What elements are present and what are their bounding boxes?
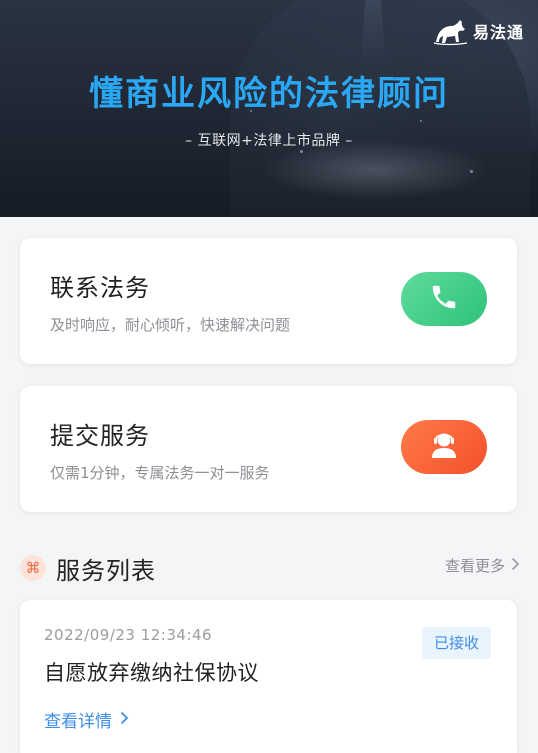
sparkle — [420, 120, 422, 122]
submit-service-card[interactable]: 提交服务 仅需1分钟，专属法务一对一服务 — [20, 386, 517, 512]
horse-icon — [431, 16, 469, 46]
submit-service-button[interactable] — [401, 420, 487, 474]
contact-legal-title: 联系法务 — [50, 274, 150, 302]
view-details-link[interactable]: 查看详情 — [44, 707, 129, 732]
view-details-label: 查看详情 — [44, 712, 112, 732]
phone-icon — [429, 282, 459, 316]
brand-logo[interactable]: 易法通 — [431, 14, 524, 48]
grid-icon: ⌘ — [20, 555, 46, 581]
sparkle — [470, 170, 473, 173]
list-item[interactable]: 2022/09/23 12:34:46 已接收 自愿放弃缴纳社保协议 查看详情 — [20, 600, 517, 753]
chevron-right-icon — [120, 710, 129, 730]
service-list-title: 服务列表 — [56, 557, 156, 585]
chevron-right-icon — [511, 557, 520, 575]
contact-legal-description: 及时响应，耐心倾听，快速解决问题 — [50, 316, 291, 334]
hero-banner: 易法通 懂商业风险的法律顾问 – 互联网+法律上市品牌 – — [0, 0, 538, 217]
view-more-label: 查看更多 — [444, 557, 505, 575]
service-name: 自愿放弃缴纳社保协议 — [44, 661, 259, 685]
view-more-link[interactable]: 查看更多 — [445, 555, 520, 576]
customer-service-icon — [428, 430, 460, 464]
submit-service-title: 提交服务 — [50, 422, 150, 450]
brand-name: 易法通 — [472, 23, 524, 42]
banner-subtitle: – 互联网+法律上市品牌 – — [185, 133, 353, 149]
page: 易法通 懂商业风险的法律顾问 – 互联网+法律上市品牌 – 联系法务 及时响应，… — [0, 0, 538, 753]
contact-legal-card[interactable]: 联系法务 及时响应，耐心倾听，快速解决问题 — [20, 238, 517, 364]
status-badge: 已接收 — [421, 627, 491, 659]
call-button[interactable] — [401, 272, 487, 326]
service-timestamp: 2022/09/23 12:34:46 — [44, 626, 213, 644]
banner-title: 懂商业风险的法律顾问 — [89, 74, 449, 114]
service-list-header: ⌘ 服务列表 查看更多 — [20, 549, 520, 585]
sparkle — [300, 150, 303, 153]
submit-service-description: 仅需1分钟，专属法务一对一服务 — [50, 464, 270, 482]
